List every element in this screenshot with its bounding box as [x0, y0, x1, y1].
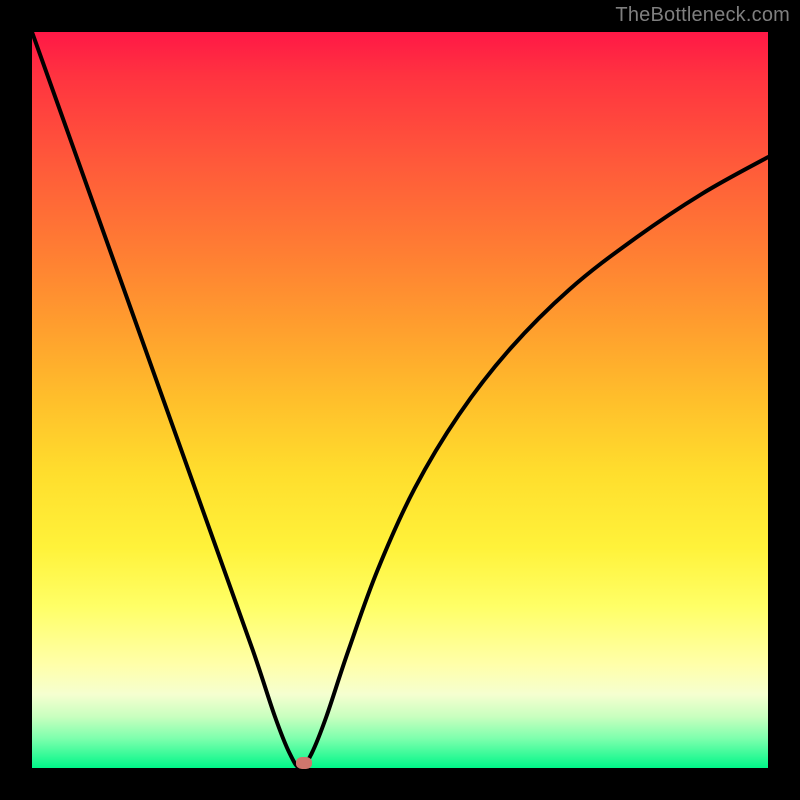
watermark-text: TheBottleneck.com: [615, 4, 790, 27]
plot-area: [32, 32, 768, 768]
chart-frame: TheBottleneck.com: [0, 0, 800, 800]
bottleneck-curve: [32, 32, 768, 768]
optimum-marker: [296, 757, 312, 769]
